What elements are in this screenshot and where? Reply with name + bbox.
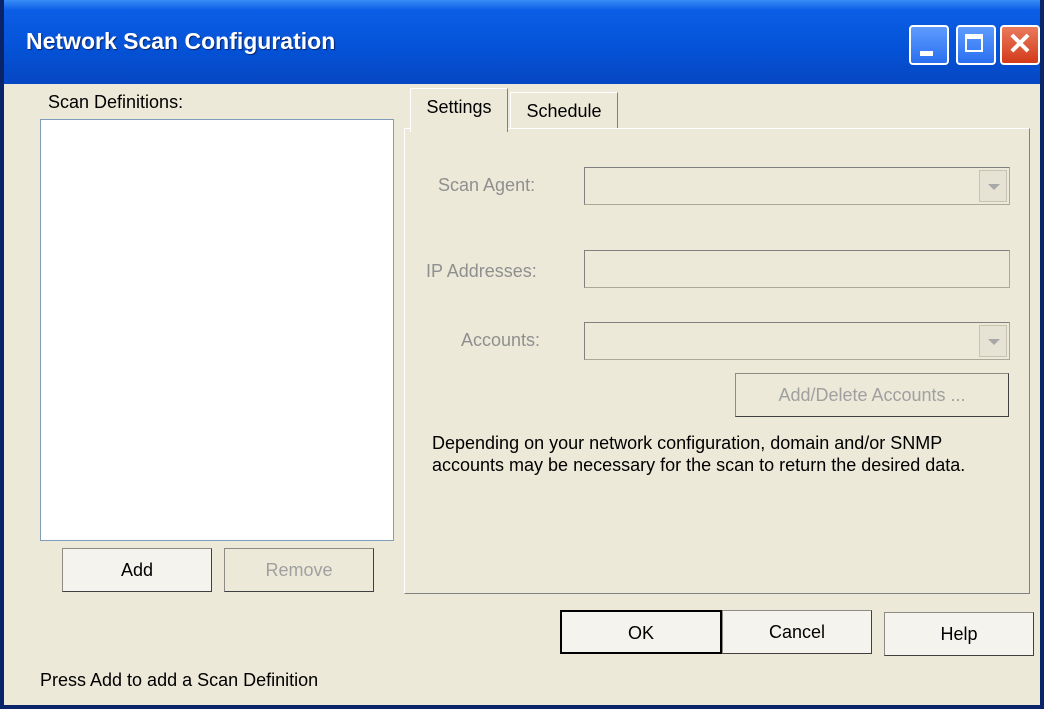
scan-definitions-label: Scan Definitions:: [48, 92, 184, 112]
minimize-icon: [920, 51, 933, 56]
cancel-button[interactable]: Cancel: [722, 610, 872, 654]
add-button[interactable]: Add: [62, 548, 212, 592]
tab-schedule[interactable]: Schedule: [510, 92, 618, 132]
scan-agent-select[interactable]: [584, 167, 1010, 205]
minimize-button[interactable]: [909, 25, 949, 65]
settings-description: Depending on your network configuration,…: [432, 433, 966, 475]
ok-button[interactable]: OK: [560, 610, 722, 654]
scan-definitions-list[interactable]: [40, 119, 394, 541]
close-button[interactable]: ✕: [1000, 25, 1040, 65]
maximize-icon: [965, 34, 983, 52]
status-message: Press Add to add a Scan Definition: [40, 670, 319, 690]
title-bar[interactable]: Network Scan Configuration ✕: [4, 0, 1040, 84]
help-button[interactable]: Help: [884, 612, 1034, 656]
add-delete-accounts-button[interactable]: Add/Delete Accounts ...: [735, 373, 1009, 417]
scan-agent-label: Scan Agent:: [438, 175, 536, 195]
window-title: Network Scan Configuration: [26, 28, 336, 54]
close-icon: ✕: [1007, 28, 1033, 61]
ip-addresses-label: IP Addresses:: [426, 261, 537, 281]
network-scan-dialog: Network Scan Configuration ✕ Scan Defini…: [0, 0, 1044, 709]
remove-button[interactable]: Remove: [224, 548, 374, 592]
maximize-button[interactable]: [956, 25, 996, 65]
ip-addresses-input[interactable]: [584, 250, 1010, 288]
chevron-down-icon[interactable]: [979, 325, 1007, 357]
accounts-select[interactable]: [584, 322, 1010, 360]
chevron-down-icon[interactable]: [979, 170, 1007, 202]
accounts-label: Accounts:: [461, 330, 541, 350]
tab-settings[interactable]: Settings: [410, 88, 508, 132]
settings-panel: Scan Agent: IP Addresses: Accounts: Add/…: [404, 128, 1030, 594]
